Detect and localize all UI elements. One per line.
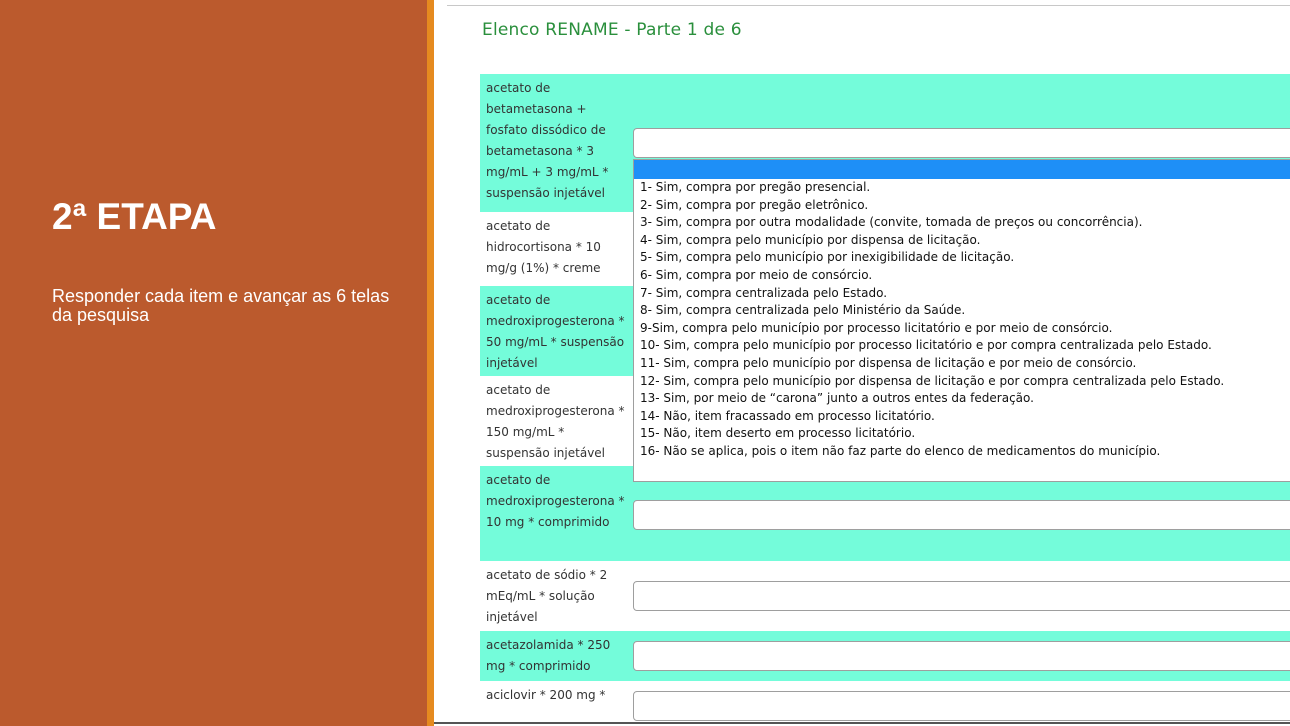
answer-select[interactable]: [633, 691, 1290, 721]
accent-stripe: [427, 0, 434, 726]
dropdown-option[interactable]: 6- Sim, compra por meio de consórcio.: [634, 267, 1290, 285]
dropdown-option[interactable]: 15- Não, item deserto em processo licita…: [634, 425, 1290, 443]
table-row: aciclovir * 200 mg *: [480, 681, 1290, 721]
top-divider: [447, 5, 1290, 6]
medication-label: acetato de sódio * 2 mEq/mL * solução in…: [486, 568, 608, 624]
answer-select[interactable]: [633, 500, 1290, 530]
dropdown-option[interactable]: 1- Sim, compra por pregão presencial.: [634, 179, 1290, 197]
medication-label: acetato de hidrocortisona * 10 mg/g (1%)…: [486, 219, 601, 275]
form-title: Elenco RENAME - Parte 1 de 6: [482, 20, 742, 40]
dropdown-option[interactable]: 7- Sim, compra centralizada pelo Estado.: [634, 285, 1290, 303]
dropdown-selected-option[interactable]: [634, 160, 1290, 179]
medication-label: acetato de medroxiprogesterona * 10 mg *…: [486, 473, 625, 529]
medication-label: aciclovir * 200 mg *: [486, 688, 606, 702]
dropdown-option[interactable]: 8- Sim, compra centralizada pelo Ministé…: [634, 302, 1290, 320]
medication-label: acetato de betametasona + fosfato dissód…: [486, 81, 609, 200]
table-row: acetato de sódio * 2 mEq/mL * solução in…: [480, 561, 1290, 631]
bottom-divider: [434, 722, 1290, 724]
slide-side-panel: 2ª ETAPA Responder cada item e avançar a…: [0, 0, 427, 726]
dropdown-option[interactable]: 2- Sim, compra por pregão eletrônico.: [634, 197, 1290, 215]
answer-dropdown-list[interactable]: 1- Sim, compra por pregão presencial. 2-…: [633, 159, 1290, 482]
dropdown-option[interactable]: 11- Sim, compra pelo município por dispe…: [634, 355, 1290, 373]
dropdown-option[interactable]: 9-Sim, compra pelo município por process…: [634, 320, 1290, 338]
dropdown-option[interactable]: 10- Sim, compra pelo município por proce…: [634, 337, 1290, 355]
answer-select[interactable]: [633, 128, 1290, 158]
dropdown-option[interactable]: 5- Sim, compra pelo município por inexig…: [634, 249, 1290, 267]
answer-select[interactable]: [633, 641, 1290, 671]
dropdown-option[interactable]: 4- Sim, compra pelo município por dispen…: [634, 232, 1290, 250]
answer-select[interactable]: [633, 581, 1290, 611]
medication-label: acetato de medroxiprogesterona * 50 mg/m…: [486, 293, 625, 370]
dropdown-option[interactable]: 13- Sim, por meio de “carona” junto a ou…: [634, 390, 1290, 408]
medication-label: acetato de medroxiprogesterona * 150 mg/…: [486, 383, 625, 460]
slide-title: 2ª ETAPA: [52, 196, 217, 237]
slide-subtitle: Responder cada item e avançar as 6 telas…: [52, 286, 390, 325]
dropdown-option[interactable]: 16- Não se aplica, pois o item não faz p…: [634, 443, 1290, 461]
medication-label: acetazolamida * 250 mg * comprimido: [486, 638, 611, 673]
survey-screenshot: Elenco RENAME - Parte 1 de 6 acetato de …: [434, 0, 1290, 726]
table-row: acetazolamida * 250 mg * comprimido: [480, 631, 1290, 681]
dropdown-option[interactable]: 3- Sim, compra por outra modalidade (con…: [634, 214, 1290, 232]
dropdown-option[interactable]: 14- Não, item fracassado em processo lic…: [634, 408, 1290, 426]
dropdown-option[interactable]: 12- Sim, compra pelo município por dispe…: [634, 373, 1290, 391]
